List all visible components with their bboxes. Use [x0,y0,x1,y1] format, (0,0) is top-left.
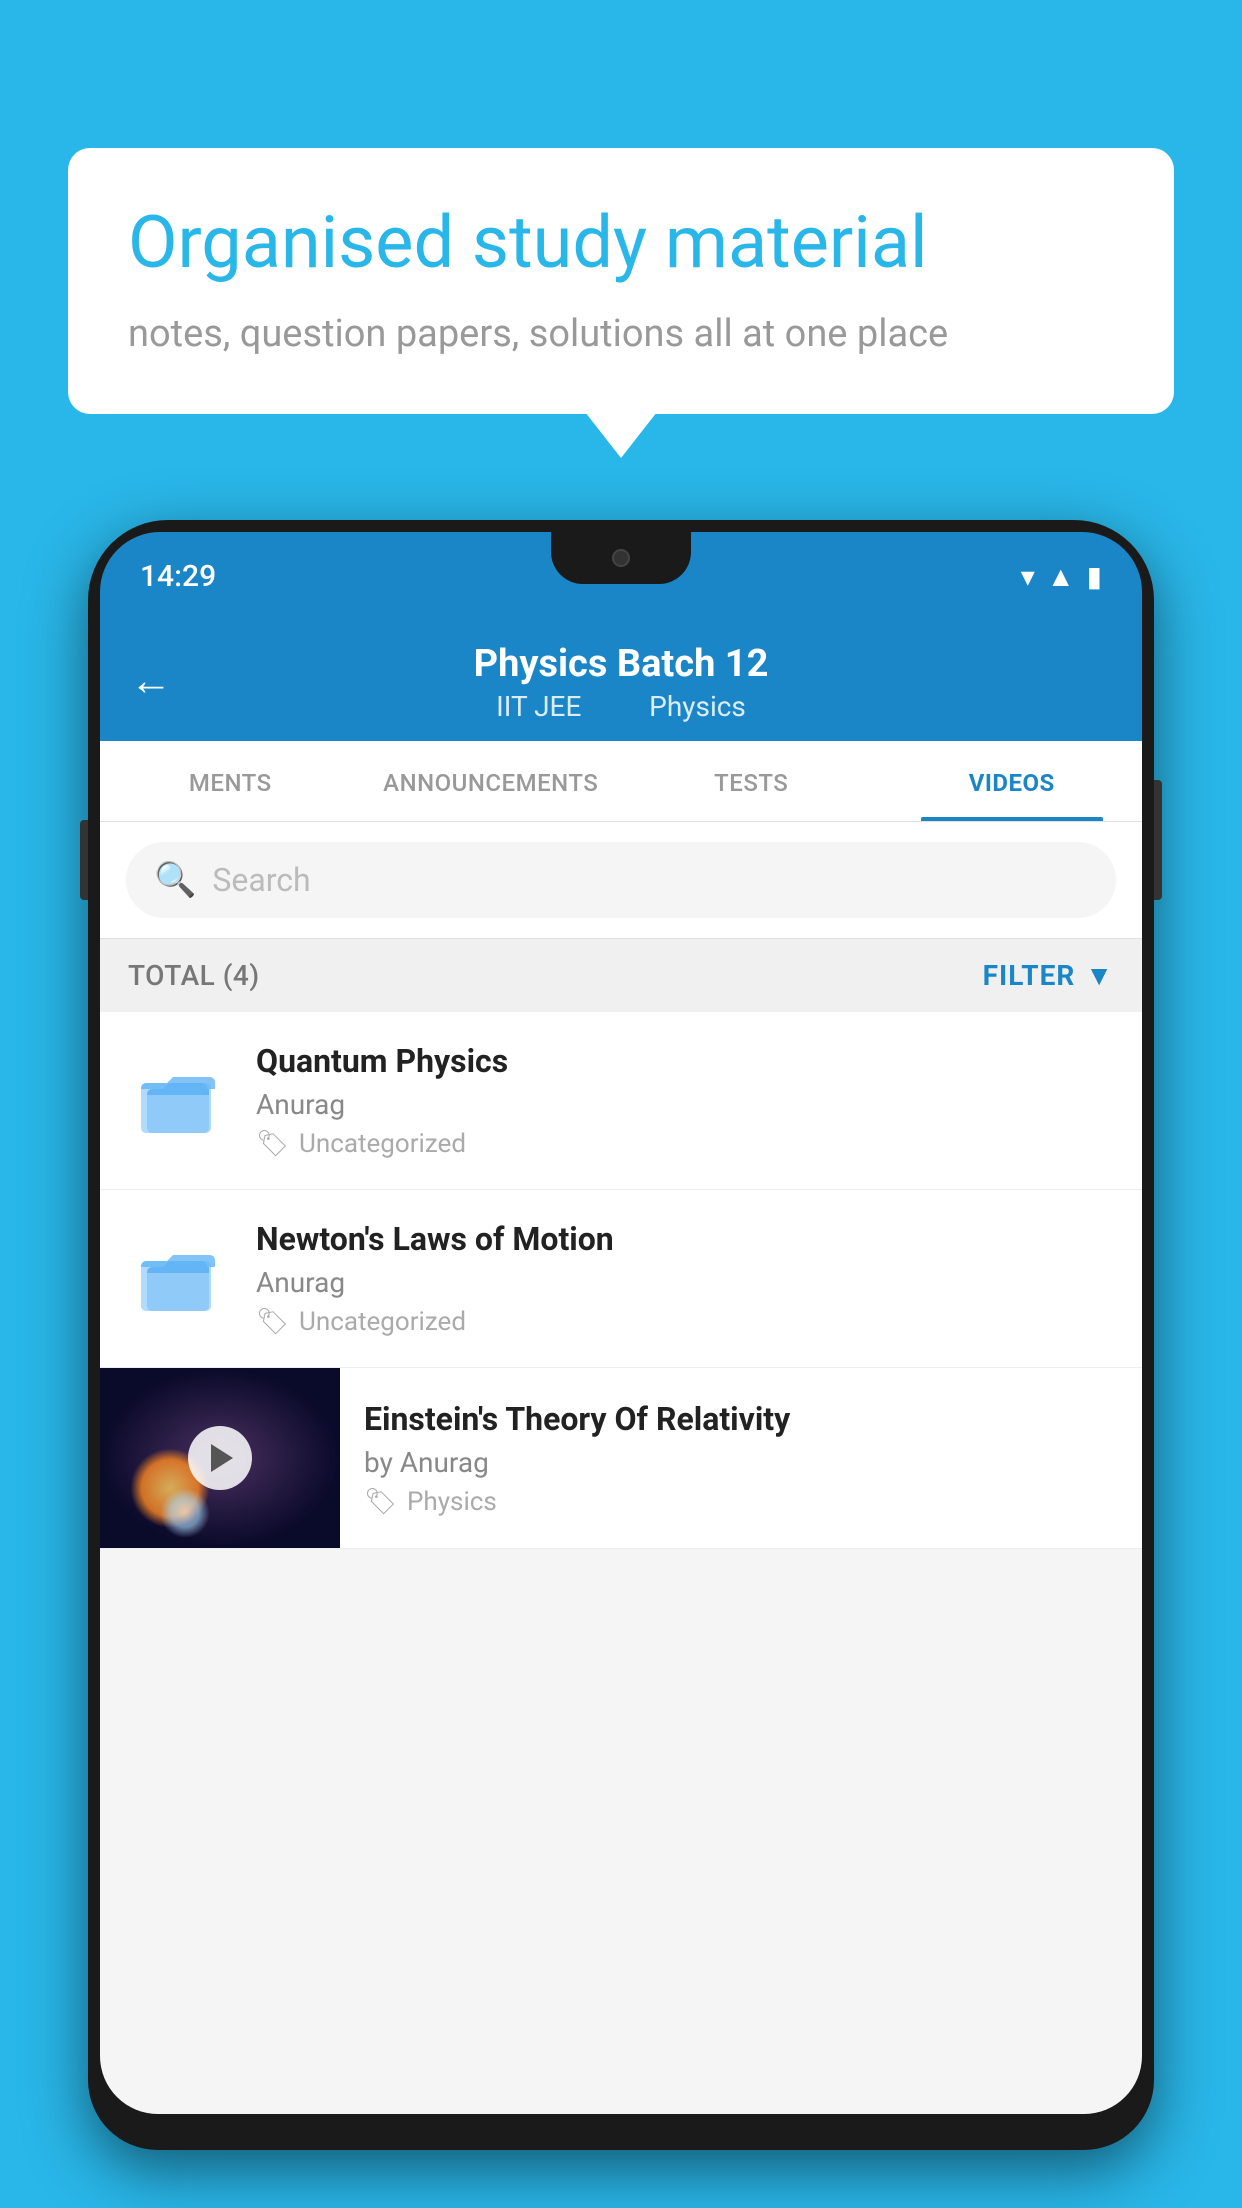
tag-icon: 🏷 [256,1129,289,1159]
signal-icon: ▲ [1047,560,1075,593]
status-icons: ▾ ▲ ▮ [1021,560,1102,593]
folder-icon [139,1067,217,1135]
speech-bubble: Organised study material notes, question… [68,148,1174,414]
search-placeholder: Search [212,861,310,899]
video-author: by Anurag [364,1446,1118,1479]
tag-icon: 🏷 [256,1307,289,1337]
video-info: Quantum Physics Anurag 🏷 Uncategorized [256,1042,1114,1159]
tabs-bar: MENTS ANNOUNCEMENTS TESTS VIDEOS [100,741,1142,822]
play-triangle-icon [211,1444,233,1472]
bubble-title: Organised study material [128,200,1114,286]
filter-button[interactable]: FILTER ▼ [983,959,1114,992]
video-title: Quantum Physics [256,1042,1114,1080]
list-item[interactable]: Einstein's Theory Of Relativity by Anura… [100,1368,1142,1549]
phone-frame: 14:29 ▾ ▲ ▮ ← Physics Batch 12 IIT JEE P… [88,520,1154,2150]
status-bar: 14:29 ▾ ▲ ▮ [100,532,1142,620]
header-subtitle-physics: Physics [649,690,746,723]
back-button[interactable]: ← [130,656,172,705]
tag-icon: 🏷 [364,1487,397,1517]
list-item[interactable]: Quantum Physics Anurag 🏷 Uncategorized [100,1012,1142,1190]
video-info: Newton's Laws of Motion Anurag 🏷 Uncateg… [256,1220,1114,1337]
header-title: Physics Batch 12 [474,642,769,686]
volume-button [80,820,88,900]
tab-ments[interactable]: MENTS [100,741,361,821]
notch [551,532,691,584]
filter-row: TOTAL (4) FILTER ▼ [100,939,1142,1012]
filter-icon: ▼ [1085,959,1114,992]
video-author: Anurag [256,1266,1114,1299]
video-title: Einstein's Theory Of Relativity [364,1400,1118,1438]
video-thumbnail [100,1368,340,1548]
front-camera [612,549,630,567]
tag-label: Uncategorized [299,1307,466,1337]
app-header: ← Physics Batch 12 IIT JEE Physics [100,620,1142,741]
play-button[interactable] [188,1426,252,1490]
header-subtitle-separator [608,690,622,723]
search-icon: 🔍 [154,860,196,900]
bubble-subtitle: notes, question papers, solutions all at… [128,308,1114,361]
folder-icon-wrap [128,1067,228,1135]
video-list: Quantum Physics Anurag 🏷 Uncategorized [100,1012,1142,1549]
filter-label: FILTER [983,959,1076,992]
folder-icon-wrap [128,1245,228,1313]
tag-label: Physics [407,1487,497,1517]
list-item[interactable]: Newton's Laws of Motion Anurag 🏷 Uncateg… [100,1190,1142,1368]
status-time: 14:29 [140,559,216,594]
folder-icon [139,1245,217,1313]
power-button [1154,780,1162,900]
video-author: Anurag [256,1088,1114,1121]
search-bar[interactable]: 🔍 Search [126,842,1116,918]
video-info: Einstein's Theory Of Relativity by Anura… [340,1374,1142,1543]
tab-announcements[interactable]: ANNOUNCEMENTS [361,741,622,821]
thumb-glow2 [160,1488,210,1538]
header-subtitle-iitjee: IIT JEE [496,690,581,723]
tag-label: Uncategorized [299,1129,466,1159]
wifi-icon: ▾ [1021,560,1035,593]
video-tag: 🏷 Uncategorized [256,1307,1114,1337]
total-count: TOTAL (4) [128,959,260,992]
video-tag: 🏷 Physics [364,1487,1118,1517]
phone-device: 14:29 ▾ ▲ ▮ ← Physics Batch 12 IIT JEE P… [88,520,1154,2208]
tab-videos[interactable]: VIDEOS [882,741,1143,821]
video-title: Newton's Laws of Motion [256,1220,1114,1258]
header-subtitle: IIT JEE Physics [486,690,756,723]
battery-icon: ▮ [1087,560,1102,593]
tab-tests[interactable]: TESTS [621,741,882,821]
phone-screen: ← Physics Batch 12 IIT JEE Physics MENTS… [100,620,1142,2114]
speech-bubble-container: Organised study material notes, question… [68,148,1174,414]
search-section: 🔍 Search [100,822,1142,939]
video-tag: 🏷 Uncategorized [256,1129,1114,1159]
